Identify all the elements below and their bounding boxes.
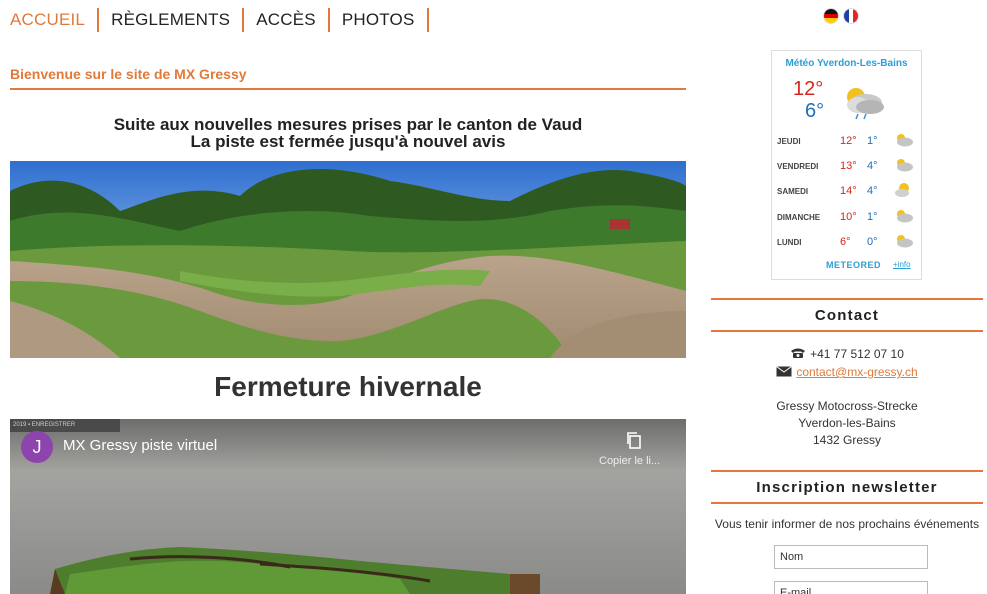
address-line-2: Yverdon-les-Bains bbox=[798, 416, 896, 430]
flag-france-icon[interactable] bbox=[844, 9, 858, 23]
email-link[interactable]: contact@mx-gressy.ch bbox=[796, 365, 917, 379]
newsletter-divider-top bbox=[711, 470, 983, 472]
title-divider bbox=[10, 88, 686, 90]
track-panorama-image bbox=[10, 161, 686, 358]
copy-link-icon[interactable] bbox=[625, 431, 643, 449]
contact-divider-bottom bbox=[711, 330, 983, 332]
contact-divider-top bbox=[711, 298, 983, 300]
forecast-row: VENDREDI 13° 4° bbox=[772, 155, 921, 177]
language-switcher bbox=[824, 9, 858, 23]
forecast-day: JEUDI bbox=[777, 137, 801, 146]
video-embed[interactable]: 2019 ▪ ENREGISTRER J MX Gressy piste vir… bbox=[10, 419, 686, 594]
forecast-row: SAMEDI 14° 4° bbox=[772, 180, 921, 202]
weather-today-max: 12° bbox=[793, 78, 824, 100]
flag-germany-icon[interactable] bbox=[824, 9, 838, 23]
newsletter-name-input[interactable] bbox=[774, 545, 928, 569]
forecast-row: JEUDI 12° 1° bbox=[772, 130, 921, 152]
cloud-rain-sun-icon bbox=[836, 83, 888, 126]
nav-photos[interactable]: PHOTOS bbox=[330, 8, 429, 32]
forecast-min: 1° bbox=[867, 135, 878, 147]
notice-line-1: Suite aux nouvelles mesures prises par l… bbox=[113, 115, 583, 134]
notice-line-2: La piste est fermée jusqu'à nouvel avis bbox=[190, 132, 506, 151]
partly-cloudy-icon bbox=[892, 157, 914, 175]
phone-icon bbox=[790, 347, 806, 362]
nav-reglements[interactable]: RÈGLEMENTS bbox=[99, 8, 245, 32]
forecast-row: DIMANCHE 10° 1° bbox=[772, 206, 921, 228]
contact-heading: Contact bbox=[814, 307, 880, 324]
forecast-min: 4° bbox=[867, 160, 878, 172]
phone-number[interactable]: +41 77 512 07 10 bbox=[810, 347, 904, 361]
address-line-1: Gressy Motocross-Strecke bbox=[776, 399, 918, 413]
closure-title: Fermeture hivernale bbox=[214, 371, 482, 402]
weather-today-min: 6° bbox=[805, 100, 825, 122]
forecast-day: DIMANCHE bbox=[777, 213, 821, 222]
forecast-day: SAMEDI bbox=[777, 187, 809, 196]
closure-notice: Suite aux nouvelles mesures prises par l… bbox=[10, 116, 686, 150]
address-line-3: 1432 Gressy bbox=[812, 433, 882, 447]
forecast-min: 4° bbox=[867, 185, 878, 197]
video-title[interactable]: MX Gressy piste virtuel bbox=[63, 437, 217, 454]
newsletter-description: Vous tenir informer de nos prochains évé… bbox=[714, 517, 980, 531]
contact-email: contact@mx-gressy.ch bbox=[711, 365, 983, 380]
nav-acces[interactable]: ACCÈS bbox=[244, 8, 330, 32]
newsletter-divider-bottom bbox=[711, 502, 983, 504]
forecast-max: 12° bbox=[840, 135, 857, 147]
sun-cloud-icon bbox=[892, 182, 914, 200]
nav-accueil[interactable]: ACCUEIL bbox=[10, 8, 100, 32]
forecast-max: 13° bbox=[840, 160, 857, 172]
partly-cloudy-icon bbox=[892, 233, 914, 251]
copy-link-label[interactable]: Copier le li... bbox=[599, 455, 660, 467]
envelope-icon bbox=[776, 365, 793, 380]
partly-cloudy-icon bbox=[892, 208, 914, 226]
weather-widget: Météo Yverdon-Les-Bains 12° 6° JEUDI 12°… bbox=[771, 50, 922, 280]
channel-avatar[interactable]: J bbox=[21, 431, 53, 463]
main-nav: ACCUEIL RÈGLEMENTS ACCÈS PHOTOS bbox=[10, 7, 429, 33]
forecast-row: LUNDI 6° 0° bbox=[772, 231, 921, 253]
forecast-day: LUNDI bbox=[777, 238, 802, 247]
page-title: Bienvenue sur le site de MX Gressy bbox=[10, 66, 247, 82]
newsletter-heading: Inscription newsletter bbox=[756, 479, 938, 496]
partly-cloudy-icon bbox=[892, 132, 914, 150]
forecast-max: 14° bbox=[840, 185, 857, 197]
forecast-min: 1° bbox=[867, 211, 878, 223]
video-strip: 2019 ▪ ENREGISTRER bbox=[10, 419, 120, 432]
weather-title[interactable]: Météo Yverdon-Les-Bains bbox=[772, 58, 921, 69]
weather-more-link[interactable]: +info bbox=[893, 260, 911, 269]
newsletter-email-input[interactable] bbox=[774, 581, 928, 594]
forecast-max: 10° bbox=[840, 211, 857, 223]
contact-phone: +41 77 512 07 10 bbox=[711, 347, 983, 362]
forecast-min: 0° bbox=[867, 236, 878, 248]
forecast-max: 6° bbox=[840, 236, 851, 248]
forecast-day: VENDREDI bbox=[777, 162, 819, 171]
meteored-logo[interactable]: METEORED bbox=[826, 260, 881, 270]
